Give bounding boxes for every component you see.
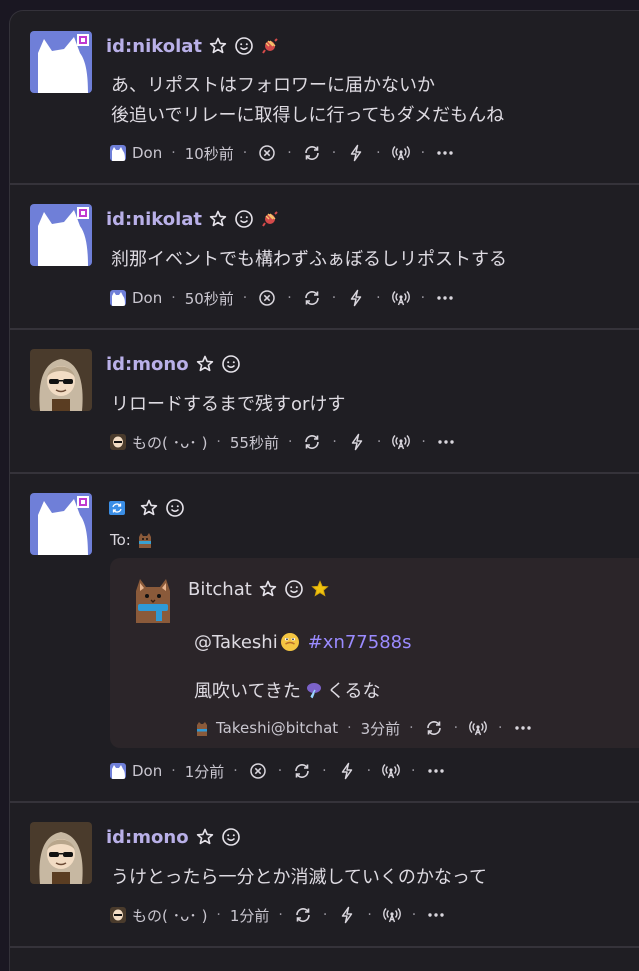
timestamp[interactable]: 1分前: [230, 905, 270, 926]
timeline: id:nikolat あ、リポストはフォロワーに届かないか 後追いでリレーに取得…: [9, 10, 639, 971]
avatar-nikolat[interactable]: [30, 493, 92, 555]
post-content: あ、リポストはフォロワーに届かないか 後追いでリレーに取得しに行ってもダメだもん…: [111, 75, 505, 126]
more-options-icon[interactable]: [512, 717, 534, 739]
mention-link[interactable]: @Takeshi: [194, 632, 278, 653]
client-name[interactable]: もの( ･ᴗ･ ): [132, 905, 207, 926]
hashtag-link[interactable]: #xn77588s: [308, 632, 412, 653]
smile-icon[interactable]: [284, 579, 304, 599]
client-name[interactable]: Don: [132, 762, 162, 780]
star-outline-icon[interactable]: [258, 579, 278, 599]
candy-emoji-icon: [260, 209, 280, 229]
zap-icon[interactable]: [336, 760, 358, 782]
smile-icon[interactable]: [221, 354, 241, 374]
post: id:mono リロードするまで残すorけす もの( ･ᴗ･ ) · 55秒前 …: [10, 330, 639, 474]
more-options-icon[interactable]: [434, 287, 456, 309]
more-options-icon[interactable]: [425, 760, 447, 782]
client-avatar: [110, 763, 126, 779]
smile-icon[interactable]: [234, 36, 254, 56]
smile-icon[interactable]: [234, 209, 254, 229]
client-name[interactable]: もの( ･ᴗ･ ): [132, 432, 207, 453]
star-outline-icon[interactable]: [195, 354, 215, 374]
author-name[interactable]: id:nikolat: [106, 209, 202, 230]
recipient-avatar[interactable]: [134, 530, 155, 550]
quoted-content: 風吹いてきた: [194, 681, 301, 702]
broadcast-icon[interactable]: [390, 142, 412, 164]
broadcast-icon[interactable]: [381, 904, 403, 926]
quoted-note[interactable]: Bitchat @Takeshi #xn77588s 風吹いてきた くるな Ta…: [110, 558, 639, 748]
timestamp[interactable]: 50秒前: [185, 288, 234, 309]
more-options-icon[interactable]: [435, 431, 457, 453]
zap-icon[interactable]: [346, 431, 368, 453]
candy-emoji-icon: [260, 36, 280, 56]
star-outline-icon[interactable]: [208, 36, 228, 56]
zap-icon[interactable]: [345, 287, 367, 309]
to-label: To:: [110, 531, 131, 549]
post-content: 刹那イベントでも構わずふぁぼるしリポストする: [111, 249, 507, 270]
star-filled-icon[interactable]: [310, 579, 330, 599]
repost-icon[interactable]: [301, 431, 323, 453]
quoted-avatar[interactable]: [130, 575, 176, 623]
client-avatar: [110, 907, 126, 923]
post: id:nikolat 刹那イベントでも構わずふぁぼるしリポストする Don · …: [10, 185, 639, 330]
mention-emoji-icon: [280, 632, 300, 652]
post-content: うけとったら一分とか消滅していくのかなって: [111, 867, 488, 888]
smile-icon[interactable]: [221, 827, 241, 847]
client-avatar: [110, 145, 126, 161]
quoted-content-tail: くるな: [326, 681, 381, 702]
post-content: リロードするまで残すorけす: [111, 394, 346, 415]
client-name[interactable]: Don: [132, 144, 162, 162]
smile-icon[interactable]: [165, 498, 185, 518]
timestamp[interactable]: 10秒前: [185, 143, 234, 164]
avatar-nikolat[interactable]: [30, 204, 92, 266]
broadcast-icon[interactable]: [380, 760, 402, 782]
timestamp[interactable]: 1分前: [185, 761, 225, 782]
client-avatar: [110, 290, 126, 306]
post: id:mono うけとったら一分とか消滅していくのかなって もの( ･ᴗ･ ) …: [10, 803, 639, 948]
repost-icon[interactable]: [301, 142, 323, 164]
close-circle-icon[interactable]: [256, 287, 278, 309]
client-name[interactable]: Takeshi@bitchat: [216, 719, 338, 737]
repost-badge-icon: [107, 498, 127, 518]
close-circle-icon[interactable]: [256, 142, 278, 164]
client-avatar: [194, 720, 210, 736]
zap-icon[interactable]: [345, 142, 367, 164]
star-outline-icon[interactable]: [139, 498, 159, 518]
quoted-author-name[interactable]: Bitchat: [188, 579, 252, 600]
broadcast-icon[interactable]: [390, 431, 412, 453]
avatar-mono[interactable]: [30, 349, 92, 411]
broadcast-icon[interactable]: [390, 287, 412, 309]
author-name[interactable]: id:nikolat: [106, 36, 202, 57]
repost-icon[interactable]: [423, 717, 445, 739]
storm-emoji-icon: [304, 680, 324, 700]
zap-icon[interactable]: [336, 904, 358, 926]
post: id:nikolat あ、リポストはフォロワーに届かないか 後追いでリレーに取得…: [10, 11, 639, 185]
broadcast-icon[interactable]: [467, 717, 489, 739]
client-name[interactable]: Don: [132, 289, 162, 307]
author-name[interactable]: id:mono: [106, 827, 189, 848]
client-avatar: [110, 434, 126, 450]
timestamp[interactable]: 3分前: [361, 718, 401, 739]
avatar-mono[interactable]: [30, 822, 92, 884]
repost-icon[interactable]: [292, 904, 314, 926]
repost-icon[interactable]: [291, 760, 313, 782]
more-options-icon[interactable]: [434, 142, 456, 164]
star-outline-icon[interactable]: [208, 209, 228, 229]
repost-icon[interactable]: [301, 287, 323, 309]
star-outline-icon[interactable]: [195, 827, 215, 847]
avatar-nikolat[interactable]: [30, 31, 92, 93]
timestamp[interactable]: 55秒前: [230, 432, 279, 453]
author-name[interactable]: id:mono: [106, 354, 189, 375]
close-circle-icon[interactable]: [247, 760, 269, 782]
more-options-icon[interactable]: [425, 904, 447, 926]
